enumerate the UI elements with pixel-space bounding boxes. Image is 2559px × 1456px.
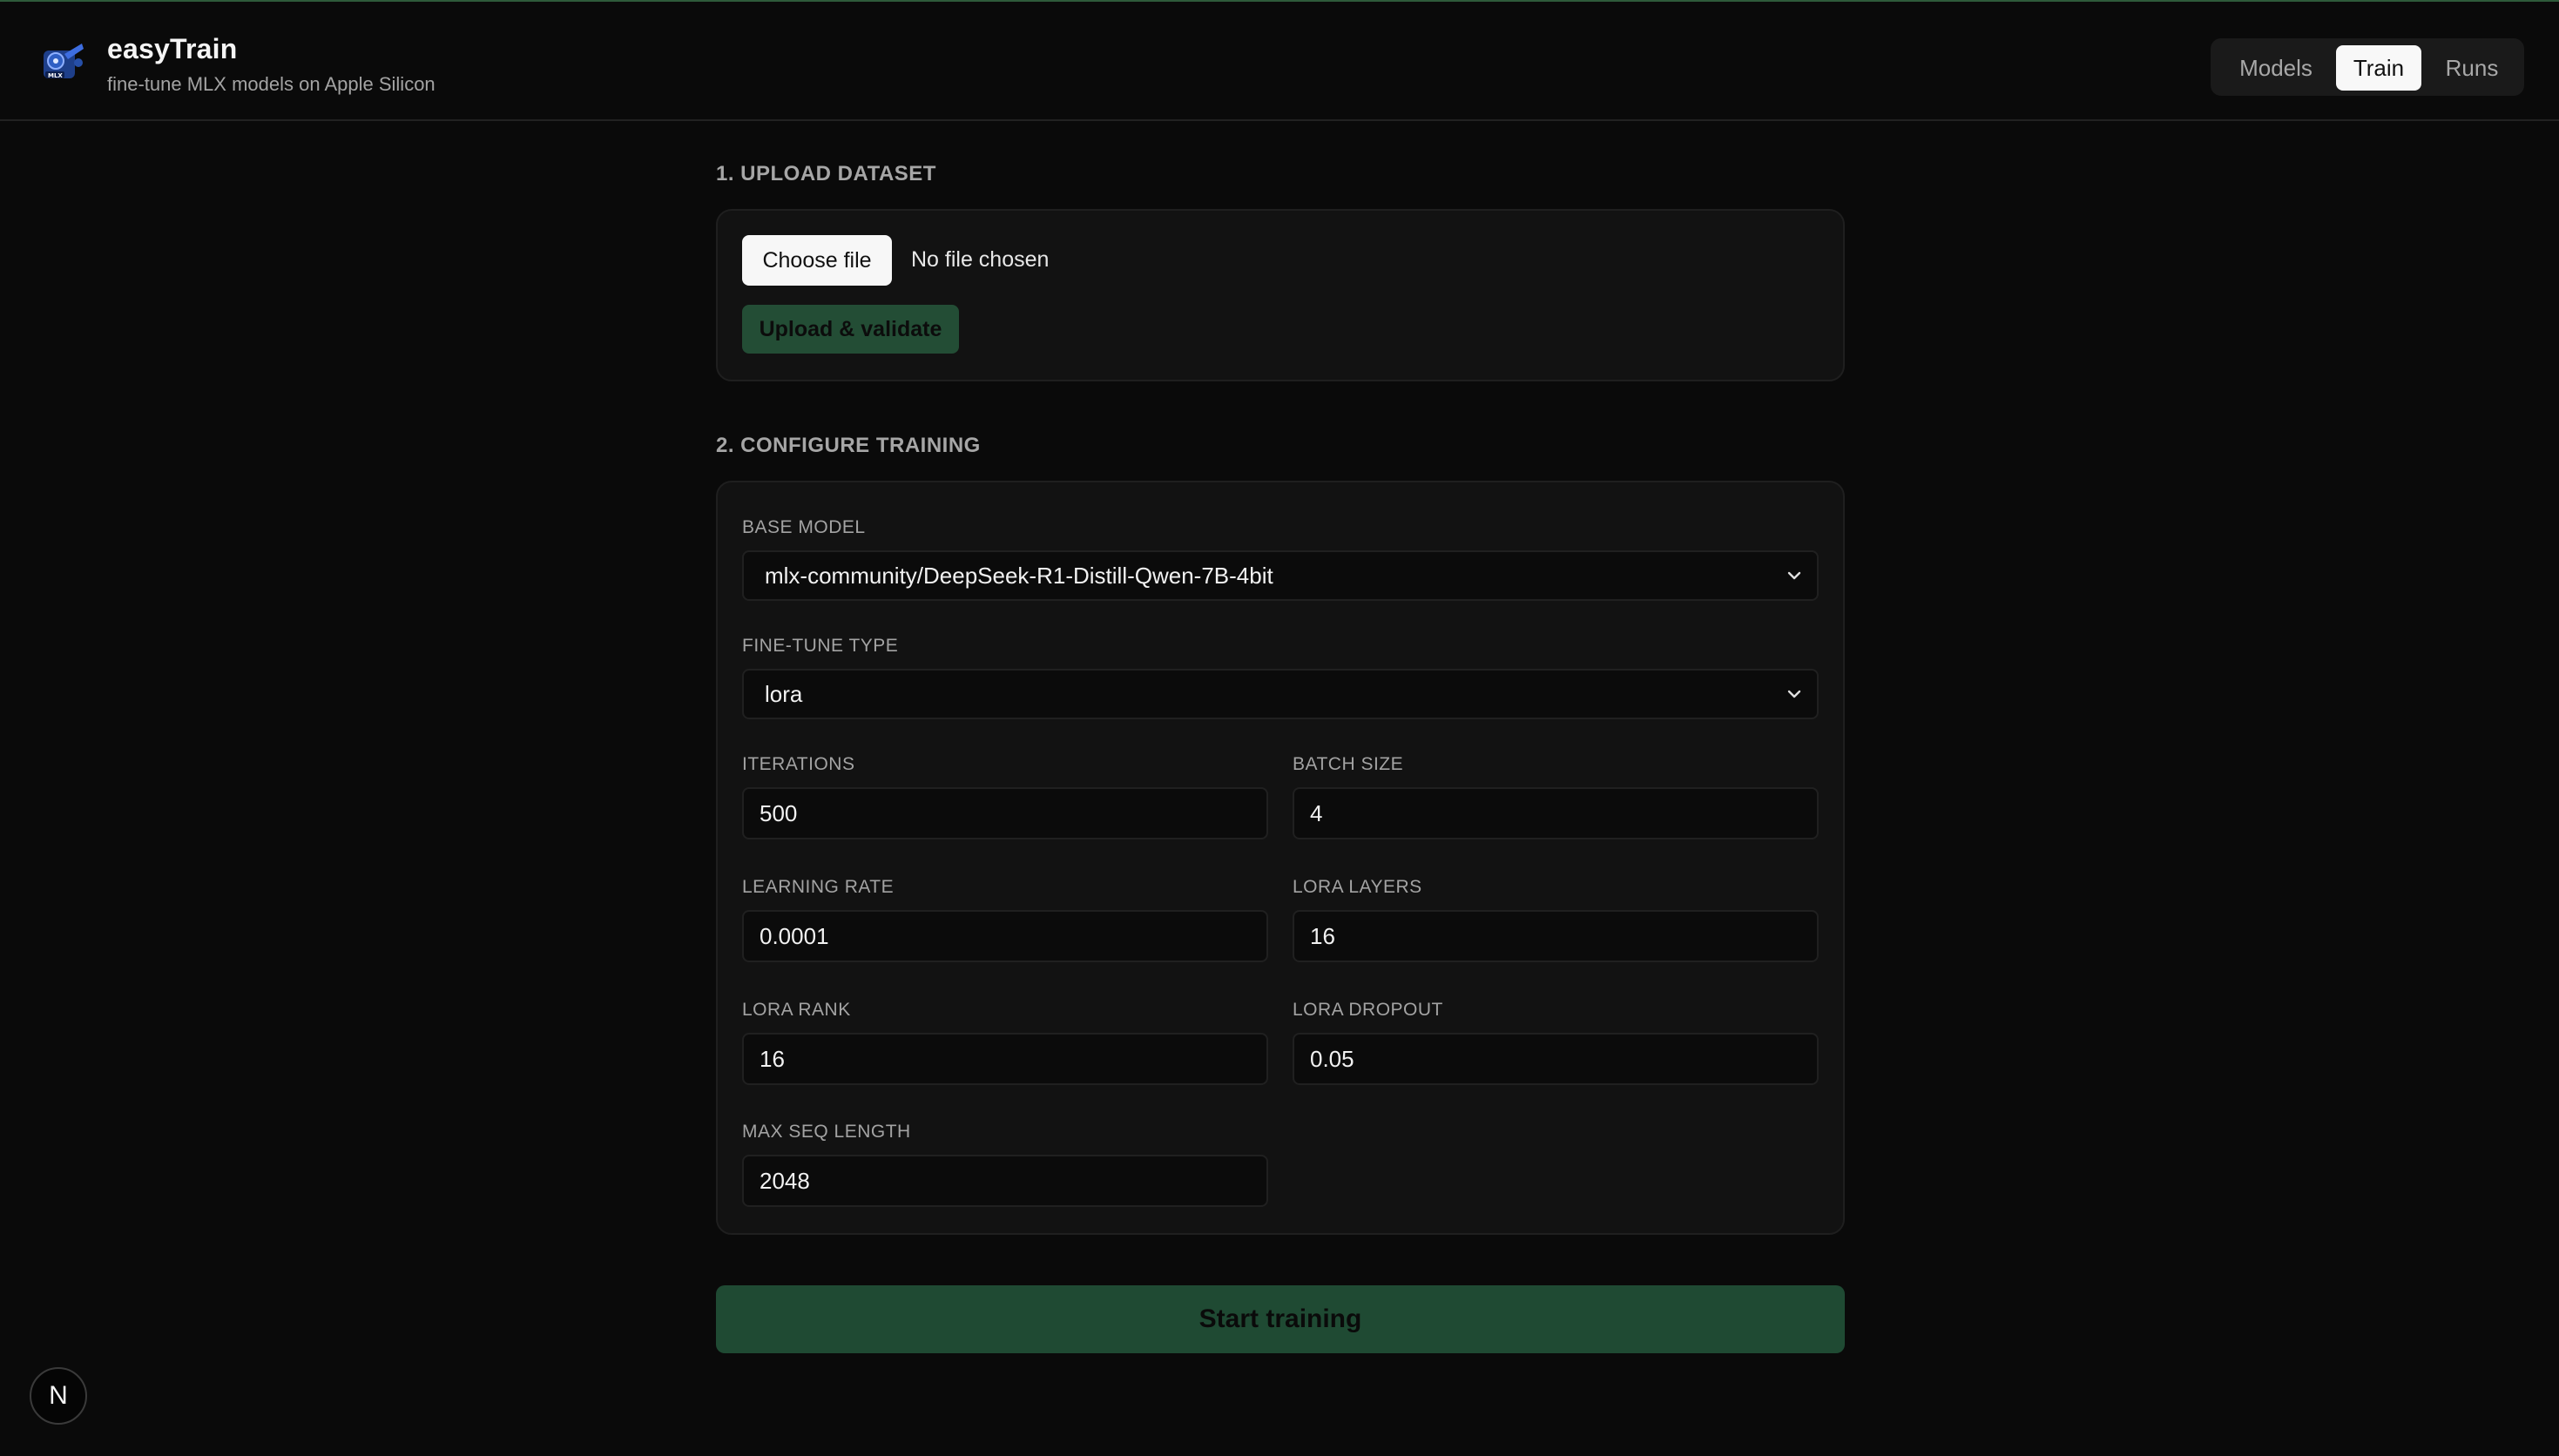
iterations-input[interactable]: 500 [742,787,1268,839]
max-seq-length-label: MAX SEQ LENGTH [742,1122,911,1142]
finetune-type-label: FINE-TUNE TYPE [742,636,899,656]
nav-tab-runs[interactable]: Runs [2428,45,2515,91]
chevron-down-icon [1787,690,1801,698]
mlx-logo-icon: MLX [35,38,87,87]
svg-text:MLX: MLX [48,72,63,79]
chevron-down-icon [1787,571,1801,580]
nav-tab-train[interactable]: Train [2336,45,2421,91]
file-status-text: No file chosen [911,247,1050,272]
lora-layers-input[interactable]: 16 [1293,910,1819,962]
main-nav: Models Train Runs [2211,38,2524,96]
upload-section-title: 1. UPLOAD DATASET [716,162,936,185]
lora-rank-input[interactable]: 16 [742,1033,1268,1085]
base-model-value: mlx-community/DeepSeek-R1-Distill-Qwen-7… [765,563,1273,589]
learning-rate-label: LEARNING RATE [742,877,895,897]
nav-tab-models[interactable]: Models [2221,45,2331,91]
lora-dropout-label: LORA DROPOUT [1293,1000,1443,1020]
base-model-label: BASE MODEL [742,517,866,537]
finetune-type-value: lora [765,681,803,707]
upload-validate-button[interactable]: Upload & validate [742,305,959,354]
configure-section-title: 2. CONFIGURE TRAINING [716,434,981,457]
batch-size-label: BATCH SIZE [1293,754,1404,774]
finetune-type-select[interactable]: lora [742,669,1819,719]
app-subtitle: fine-tune MLX models on Apple Silicon [107,73,436,95]
dev-tools-badge[interactable]: N [30,1367,87,1425]
start-training-button[interactable]: Start training [716,1285,1845,1353]
lora-dropout-input[interactable]: 0.05 [1293,1033,1819,1085]
iterations-label: ITERATIONS [742,754,855,774]
batch-size-input[interactable]: 4 [1293,787,1819,839]
choose-file-button[interactable]: Choose file [742,235,892,286]
base-model-select[interactable]: mlx-community/DeepSeek-R1-Distill-Qwen-7… [742,550,1819,601]
max-seq-length-input[interactable]: 2048 [742,1155,1268,1207]
app-title: easyTrain [107,33,238,64]
lora-rank-label: LORA RANK [742,1000,851,1020]
learning-rate-input[interactable]: 0.0001 [742,910,1268,962]
lora-layers-label: LORA LAYERS [1293,877,1422,897]
app-header: MLX easyTrain fine-tune MLX models on Ap… [0,2,2559,121]
